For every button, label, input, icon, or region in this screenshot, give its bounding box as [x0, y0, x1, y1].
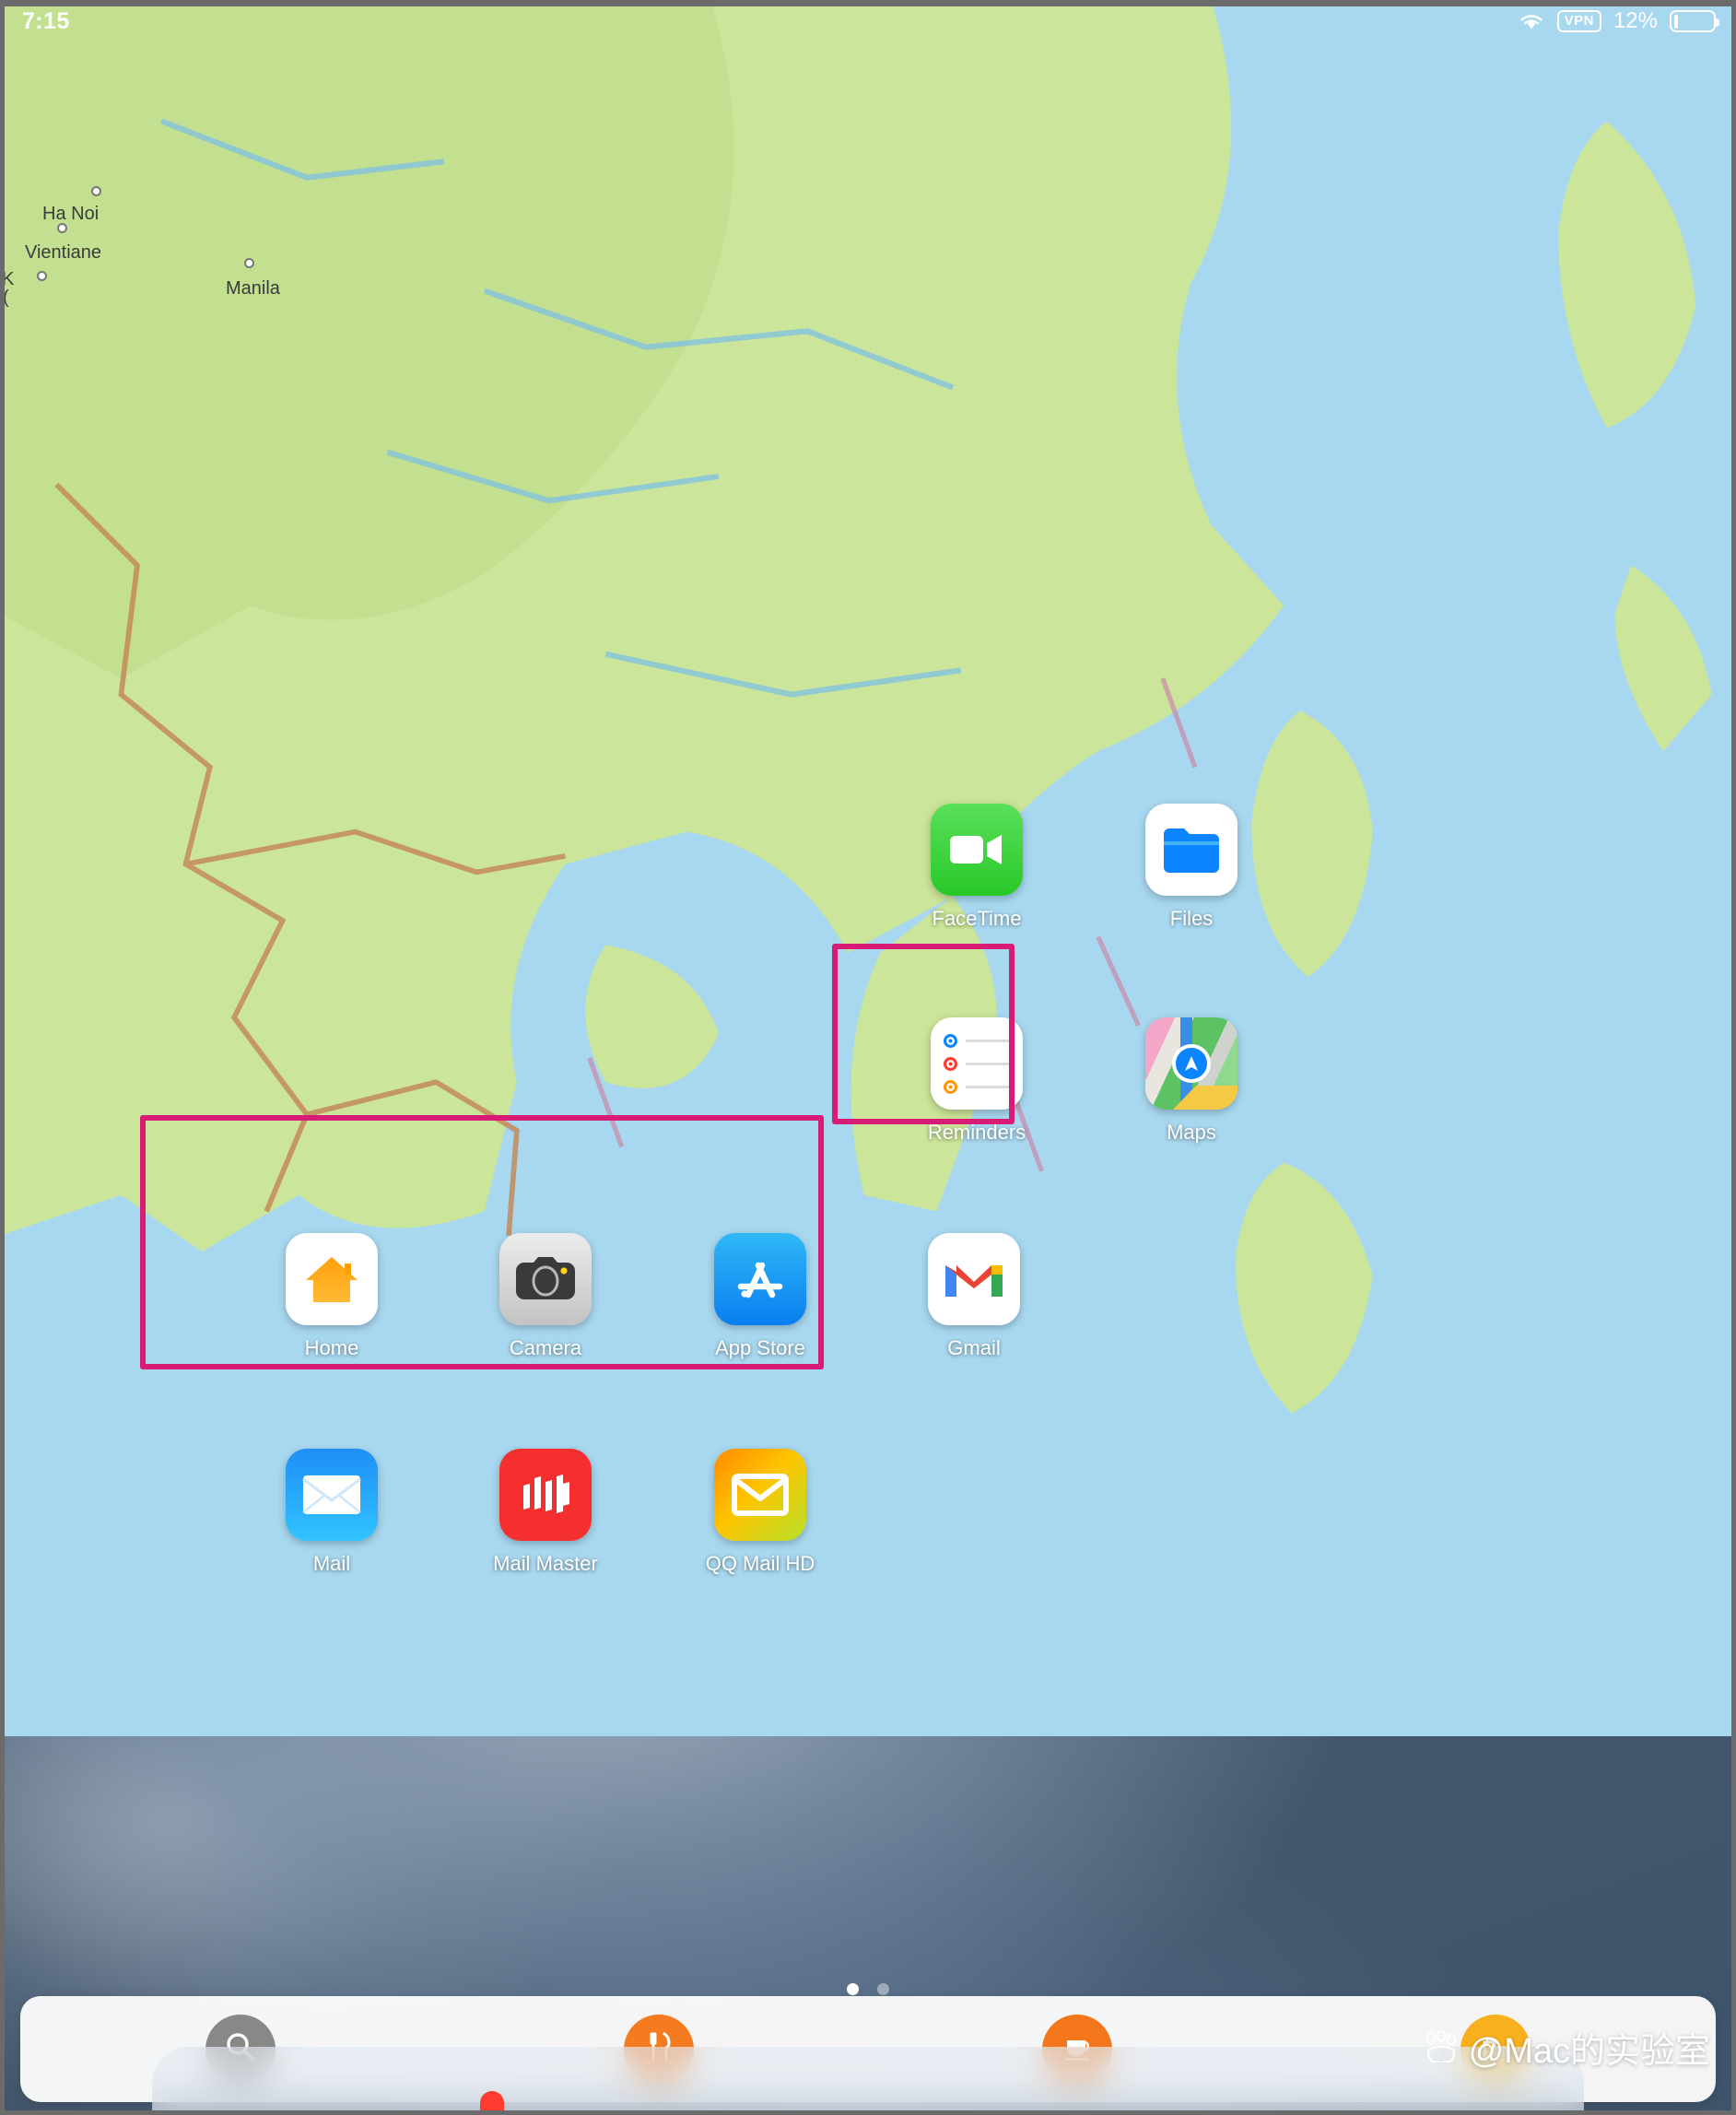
- app-label-mail: Mail: [312, 1552, 351, 1575]
- dock-item-6[interactable]: [1388, 2111, 1477, 2115]
- battery-icon: [1670, 10, 1719, 32]
- battery-percent: 12%: [1613, 8, 1658, 33]
- wifi-icon: [1519, 15, 1542, 29]
- app-icon-home[interactable]: Home: [240, 1233, 424, 1360]
- app-label-mailmaster: Mail Master: [493, 1552, 598, 1575]
- app-icon-reminders[interactable]: Reminders: [885, 1017, 1069, 1145]
- maps-icon[interactable]: [1145, 1017, 1237, 1110]
- dock-item-3[interactable]: [710, 2111, 800, 2115]
- dock[interactable]: [152, 2047, 1584, 2115]
- vpn-badge: VPN: [1556, 10, 1601, 32]
- app-icon-files[interactable]: Files: [1099, 804, 1284, 931]
- app-label-files: Files: [1169, 907, 1214, 930]
- app-icon-mail[interactable]: Mail: [240, 1449, 424, 1576]
- qqmailhd-icon[interactable]: [714, 1449, 806, 1541]
- reminders-icon[interactable]: [931, 1017, 1023, 1110]
- app-icon-qqmailhd[interactable]: QQ Mail HD: [668, 1449, 852, 1576]
- baidu-paw-icon: du: [1425, 2030, 1456, 2062]
- facetime-icon[interactable]: [931, 804, 1023, 896]
- appstore-icon[interactable]: [714, 1233, 806, 1325]
- dock-item-2[interactable]: [479, 2091, 574, 2115]
- dock-item-4[interactable]: [936, 2111, 1026, 2115]
- app-icon-gmail[interactable]: Gmail: [882, 1233, 1066, 1360]
- app-label-reminders: Reminders: [927, 1121, 1026, 1144]
- dock-item-5[interactable]: [1162, 2111, 1251, 2115]
- app-icon-facetime[interactable]: FaceTime: [885, 804, 1069, 931]
- gmail-icon[interactable]: [928, 1233, 1020, 1325]
- page-dot-0[interactable]: [847, 1983, 859, 1995]
- app-label-gmail: Gmail: [947, 1336, 1001, 1359]
- app-label-maps: Maps: [1167, 1121, 1216, 1144]
- svg-text:du: du: [1437, 2052, 1446, 2062]
- app-icon-appstore[interactable]: App Store: [668, 1233, 852, 1360]
- app-label-facetime: FaceTime: [932, 907, 1022, 930]
- app-label-home: Home: [304, 1336, 359, 1359]
- app-icon-mailmaster[interactable]: Mail Master: [453, 1449, 638, 1576]
- camera-icon[interactable]: [499, 1233, 592, 1325]
- app-label-appstore: App Store: [715, 1336, 805, 1359]
- files-icon[interactable]: [1145, 804, 1237, 896]
- status-bar: 7:15 VPN 12%: [0, 0, 1736, 42]
- dock-item-1[interactable]: [259, 2111, 348, 2115]
- app-icon-maps[interactable]: Maps: [1099, 1017, 1284, 1145]
- app-label-camera: Camera: [509, 1336, 582, 1359]
- page-dot-1[interactable]: [877, 1983, 889, 1995]
- home-icon[interactable]: [286, 1233, 378, 1325]
- watermark: du @Mac的实验室: [1423, 2022, 1710, 2073]
- status-time: 7:15: [22, 7, 70, 34]
- watermark-text: @Mac的实验室: [1468, 2032, 1710, 2071]
- dock-badge: [479, 2091, 504, 2115]
- page-indicator-dots[interactable]: [0, 1983, 1736, 1995]
- mail-icon[interactable]: [286, 1449, 378, 1541]
- app-icon-camera[interactable]: Camera: [453, 1233, 638, 1360]
- mailmaster-icon[interactable]: [499, 1449, 592, 1541]
- app-label-qqmailhd: QQ Mail HD: [705, 1552, 815, 1575]
